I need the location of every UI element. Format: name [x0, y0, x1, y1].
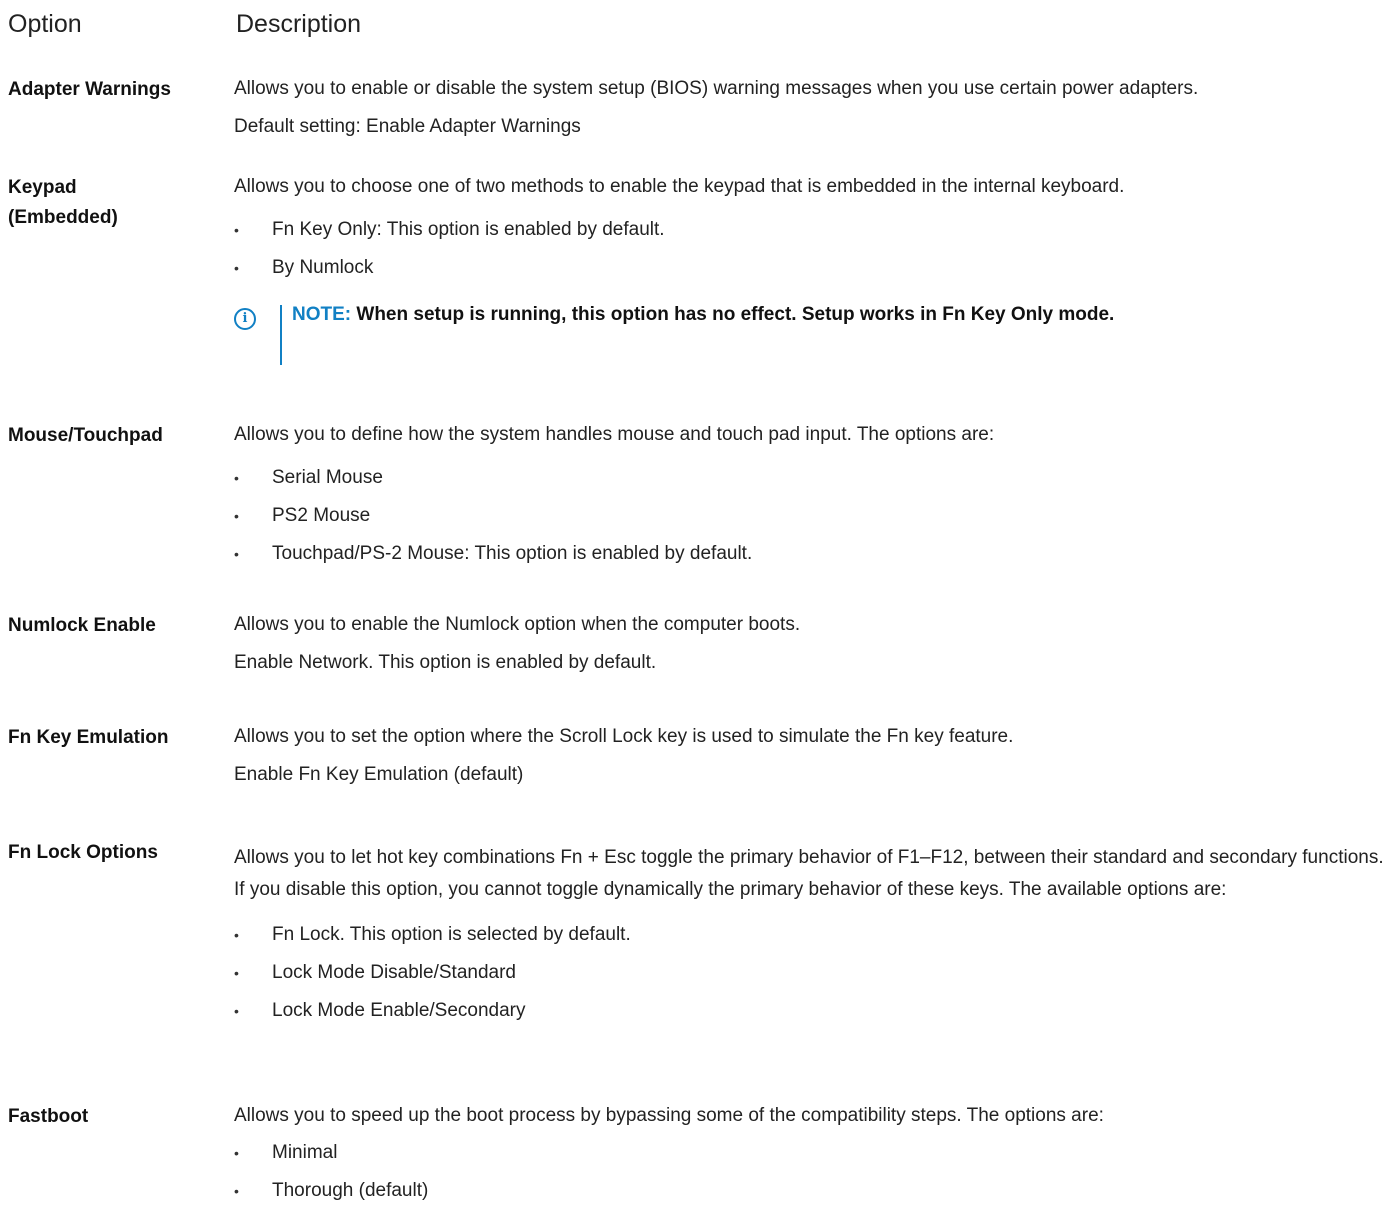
default-setting-text: Default setting: Enable Adapter Warnings — [234, 116, 581, 137]
list-item: • Fn Lock. This option is selected by def… — [234, 916, 1384, 954]
note-box: i NOTE: When setup is running, this opti… — [234, 301, 1192, 365]
option-list: • Minimal • Thorough (default) — [234, 1134, 1384, 1210]
list-item: • Thorough (default) — [234, 1172, 1384, 1210]
description-text: Allows you to enable the Numlock option … — [234, 614, 801, 635]
info-icon: i — [234, 308, 256, 330]
option-name: Fn Key Emulation — [8, 727, 169, 748]
list-item: • Lock Mode Disable/Standard — [234, 954, 1384, 992]
description-text: Allows you to define how the system hand… — [234, 424, 995, 445]
description-text: Allows you to speed up the boot process … — [234, 1105, 1104, 1126]
option-name: Keypad (Embedded) — [8, 177, 118, 228]
option-list: • Fn Lock. This option is selected by def… — [234, 916, 1384, 1030]
option-list: • Serial Mouse • PS2 Mouse • Touchpad/PS-2 … — [234, 459, 1384, 573]
option-description: Allows you to define how the system hand… — [234, 421, 1384, 573]
option-description: Allows you to enable the Numlock option … — [234, 611, 1384, 677]
list-item-label: Serial Mouse — [272, 467, 383, 488]
bullet-icon: • — [234, 508, 239, 524]
list-item-label: Lock Mode Enable/Secondary — [272, 1000, 526, 1021]
option-name: Mouse/Touchpad — [8, 425, 163, 446]
bullet-icon: • — [234, 470, 239, 486]
list-item-label: Lock Mode Disable/Standard — [272, 962, 516, 983]
list-item-label: By Numlock — [272, 257, 374, 278]
list-item: • PS2 Mouse — [234, 497, 1384, 535]
note-divider — [280, 305, 282, 365]
option-description: Allows you to set the option where the S… — [234, 723, 1384, 789]
option-name: Fn Lock Options — [8, 842, 158, 863]
default-setting-text: Enable Fn Key Emulation (default) — [234, 764, 524, 785]
list-item: • By Numlock — [234, 249, 1384, 287]
default-setting-text: Enable Network. This option is enabled b… — [234, 652, 657, 673]
table-header: Option Description — [0, 10, 1390, 44]
list-item-label: Minimal — [272, 1142, 338, 1163]
bullet-icon: • — [234, 1183, 239, 1199]
bullet-icon: • — [234, 965, 239, 981]
option-description: Allows you to enable or disable the syst… — [234, 75, 1384, 141]
bullet-icon: • — [234, 927, 239, 943]
bullet-icon: • — [234, 1145, 239, 1161]
list-item: • Serial Mouse — [234, 459, 1384, 497]
list-item: • Touchpad/PS-2 Mouse: This option is ena… — [234, 535, 1384, 573]
option-column-header: Option — [8, 10, 82, 38]
option-name: Fastboot — [8, 1106, 89, 1127]
option-description: Allows you to speed up the boot process … — [234, 1102, 1384, 1210]
option-name: Adapter Warnings — [8, 79, 171, 100]
description-text: Allows you to enable or disable the syst… — [234, 78, 1199, 99]
bullet-icon: • — [234, 222, 239, 238]
note-text: When setup is running, this option has n… — [351, 304, 1115, 325]
option-name: Numlock Enable — [8, 615, 156, 636]
bullet-icon: • — [234, 546, 239, 562]
description-text: Allows you to choose one of two methods … — [234, 176, 1125, 197]
note-label: NOTE: — [292, 304, 352, 325]
list-item-label: Thorough (default) — [272, 1180, 429, 1201]
bios-options-document: Option Description Adapter Warnings Allo… — [0, 0, 1390, 1225]
bullet-icon: • — [234, 260, 239, 276]
list-item: • Fn Key Only: This option is enabled by … — [234, 211, 1384, 249]
option-description: Allows you to let hot key combinations F… — [234, 842, 1384, 1030]
description-text: Allows you to let hot key combinations F… — [234, 847, 1384, 900]
list-item: • Lock Mode Enable/Secondary — [234, 992, 1384, 1030]
option-description: Allows you to choose one of two methods … — [234, 173, 1384, 365]
list-item: • Minimal — [234, 1134, 1384, 1172]
description-text: Allows you to set the option where the S… — [234, 726, 1014, 747]
option-list: • Fn Key Only: This option is enabled by … — [234, 211, 1384, 287]
description-column-header: Description — [236, 10, 362, 38]
list-item-label: Fn Lock. This option is selected by defa… — [272, 924, 631, 945]
list-item-label: Touchpad/PS-2 Mouse: This option is enab… — [272, 543, 753, 564]
list-item-label: PS2 Mouse — [272, 505, 371, 526]
list-item-label: Fn Key Only: This option is enabled by d… — [272, 219, 665, 240]
note-content: NOTE: When setup is running, this option… — [292, 301, 1192, 329]
bullet-icon: • — [234, 1003, 239, 1019]
